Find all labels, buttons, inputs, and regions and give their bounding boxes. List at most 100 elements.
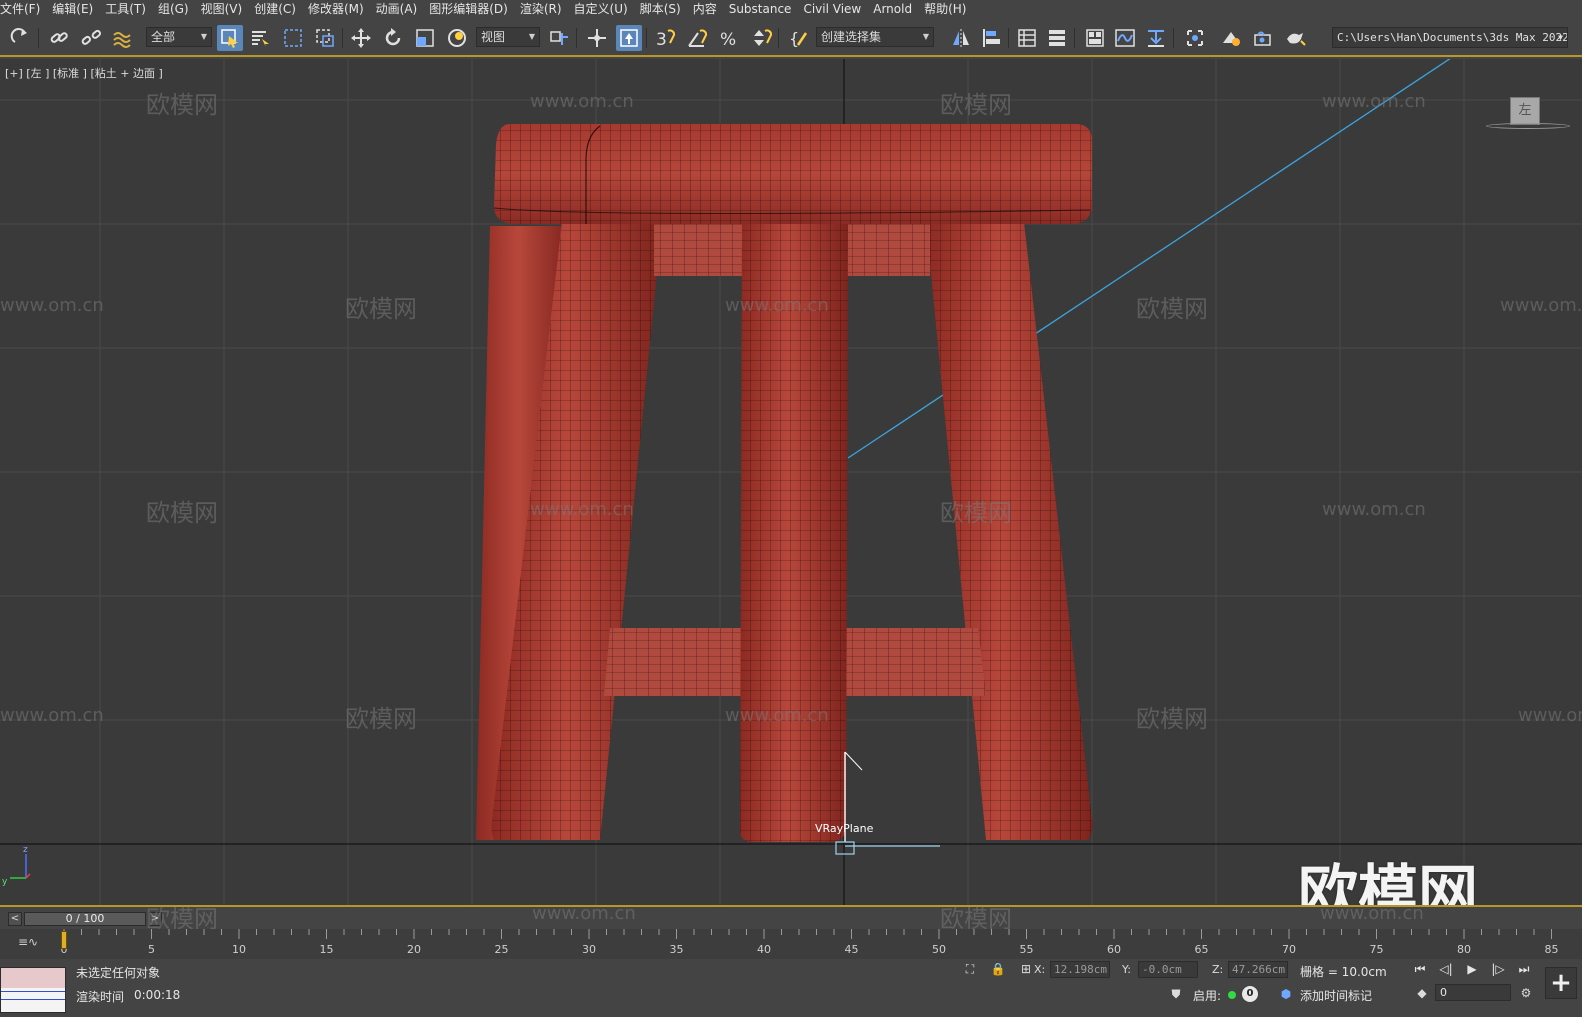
enable-label: 启用: [1193,989,1222,1003]
watermark: 欧模网 [1136,295,1208,323]
previous-frame-icon[interactable]: ◁| [1436,960,1456,978]
rectangular-selection-icon[interactable] [280,25,306,51]
render-setup-icon[interactable] [1218,25,1244,51]
menu-item[interactable]: 脚本(S) [634,0,687,19]
menu-item[interactable]: Substance [723,0,798,19]
absolute-mode-icon[interactable]: ⊞ [1018,961,1034,977]
move-icon[interactable] [348,25,374,51]
named-selection-dropdown[interactable]: 创建选择集 ▼ [816,27,934,47]
watermark: 欧模网 [940,499,1012,527]
menu-item[interactable]: 自定义(U) [568,0,634,19]
menu-item[interactable]: 文件(F) [0,0,46,19]
watermark-url: www.om.cn [530,499,634,520]
bind-space-warp-icon[interactable] [110,25,136,51]
rotate-icon[interactable] [380,25,406,51]
toggle-ribbon-icon[interactable] [1044,25,1070,51]
menu-item[interactable]: 帮助(H) [918,0,972,19]
menu-item[interactable]: 组(G) [152,0,195,19]
key-mode-icon[interactable]: ◆ [1414,985,1430,1001]
unlink-icon[interactable] [78,25,104,51]
viewcube-ring[interactable] [1486,123,1570,129]
time-configuration-icon[interactable]: ⚙ [1518,985,1534,1001]
menu-item[interactable]: Civil View [797,0,867,19]
play-icon[interactable]: ▶ [1462,960,1482,978]
link-icon[interactable] [46,25,72,51]
mirror-icon[interactable] [948,25,974,51]
track-ruler[interactable]: 0 5 10 15 20 25 30 35 40 45 50 55 60 65 70 75 80 85 [60,929,1570,959]
percent-snap-icon[interactable]: % [716,25,742,51]
snap-toggle-icon[interactable]: 3 [652,25,678,51]
isolate-selection-icon[interactable]: ⛶ [962,961,978,977]
time-slider-prev-button[interactable]: < [8,912,22,926]
menu-item[interactable]: 工具(T) [99,0,152,19]
time-slider-readout[interactable]: 0 / 100 [24,912,146,926]
watermark-url: www.om.cn [1322,91,1426,112]
project-path-field[interactable]: C:\Users\Han\Documents\3ds Max 2022 ▼ [1332,27,1568,48]
z-coord-field[interactable]: 47.266cm [1228,961,1288,978]
svg-text:3: 3 [656,30,667,49]
menu-item[interactable]: 图形编辑器(D) [423,0,514,19]
ruler-tick-label: 40 [757,943,771,956]
watermark: 欧模网 [146,499,218,527]
menu-item[interactable]: 修改器(M) [302,0,370,19]
spinner-snap-icon[interactable] [748,25,774,51]
viewcube-face[interactable]: 左 [1510,97,1540,125]
keyboard-shortcut-override-icon[interactable] [616,25,642,51]
current-frame-marker[interactable] [61,931,67,949]
material-editor-icon[interactable] [1182,25,1208,51]
menu-item[interactable]: 创建(C) [248,0,302,19]
watermark-url: www.om.cn [1518,705,1582,726]
maxscript-mini-listener[interactable] [0,967,66,1013]
enable-status-dot[interactable] [1228,991,1236,999]
selection-lock-icon[interactable]: 🔒 [990,961,1006,977]
go-to-start-icon[interactable]: ⏮ [1410,960,1430,978]
placement-icon[interactable] [444,25,470,51]
stool-seat-wire [494,124,1092,224]
watermark-url: www.om.cn [725,705,829,726]
menu-item[interactable]: 渲染(R) [514,0,568,19]
render-production-icon[interactable] [1282,25,1308,51]
window-crossing-icon[interactable] [312,25,338,51]
reference-coordinate-dropdown[interactable]: 视图 ▼ [476,27,540,47]
menu-item[interactable]: 视图(V) [195,0,249,19]
scale-icon[interactable] [412,25,438,51]
menu-item[interactable]: Arnold [867,0,918,19]
next-frame-icon[interactable]: |▷ [1488,960,1508,978]
select-by-name-icon[interactable] [247,25,273,51]
adaptive-degradation-icon[interactable]: ⛊ [1168,986,1184,1002]
pivot-center-icon[interactable] [546,25,572,51]
selection-filter-dropdown[interactable]: 全部 ▼ [146,27,212,47]
current-frame-field[interactable]: 0 [1435,984,1511,1001]
rendered-frame-window-icon[interactable] [1250,25,1276,51]
left-viewport[interactable]: z y 欧模网 www.om.cn 欧模网 www.om.cn www.om.c… [0,59,1582,905]
stool-model[interactable] [476,124,1093,842]
layer-explorer-icon[interactable] [1014,25,1040,51]
vrayplane-gizmo[interactable] [835,751,940,855]
go-to-end-icon[interactable]: ⏭ [1514,960,1534,978]
scene-explorer-icon[interactable] [1082,25,1108,51]
add-time-tag-button[interactable]: 添加时间标记 [1300,987,1372,1004]
axis-tripod: z y [2,845,31,887]
schematic-view-icon[interactable] [1143,25,1169,51]
viewcube[interactable]: 左 [1486,95,1570,135]
x-coord-field[interactable]: 12.198cm [1050,961,1110,978]
select-object-icon[interactable] [217,25,243,51]
time-slider[interactable]: < 0 / 100 > 欧模网 www.om.cn 欧模网 www.om.cn [0,903,1582,933]
viewport-label[interactable]: [+] [左 ] [标准 ] [粘土 + 边面 ] [5,65,163,81]
menu-item[interactable]: 编辑(E) [46,0,99,19]
redo-icon[interactable] [8,25,34,51]
render-time-label: 渲染时间 [76,990,125,1004]
edit-named-selection-icon[interactable]: { [786,25,812,51]
svg-text:y: y [2,877,8,887]
menu-item[interactable]: 内容 [687,0,723,19]
time-tag-icon[interactable]: ⬢ [1278,986,1294,1002]
angle-snap-icon[interactable] [684,25,710,51]
y-coord-field[interactable]: -0.0cm [1138,961,1198,978]
track-bar[interactable]: ≡∿ 0 5 10 15 20 25 30 35 40 45 50 55 60 65 70 75 80 85 [0,929,1582,959]
curve-editor-icon[interactable] [1112,25,1138,51]
menu-item[interactable]: 动画(A) [370,0,424,19]
select-manipulate-icon[interactable] [584,25,610,51]
curve-editor-mini-icon[interactable]: ≡∿ [18,935,38,949]
align-icon[interactable] [978,25,1004,51]
create-panel-button[interactable]: + [1545,967,1577,999]
